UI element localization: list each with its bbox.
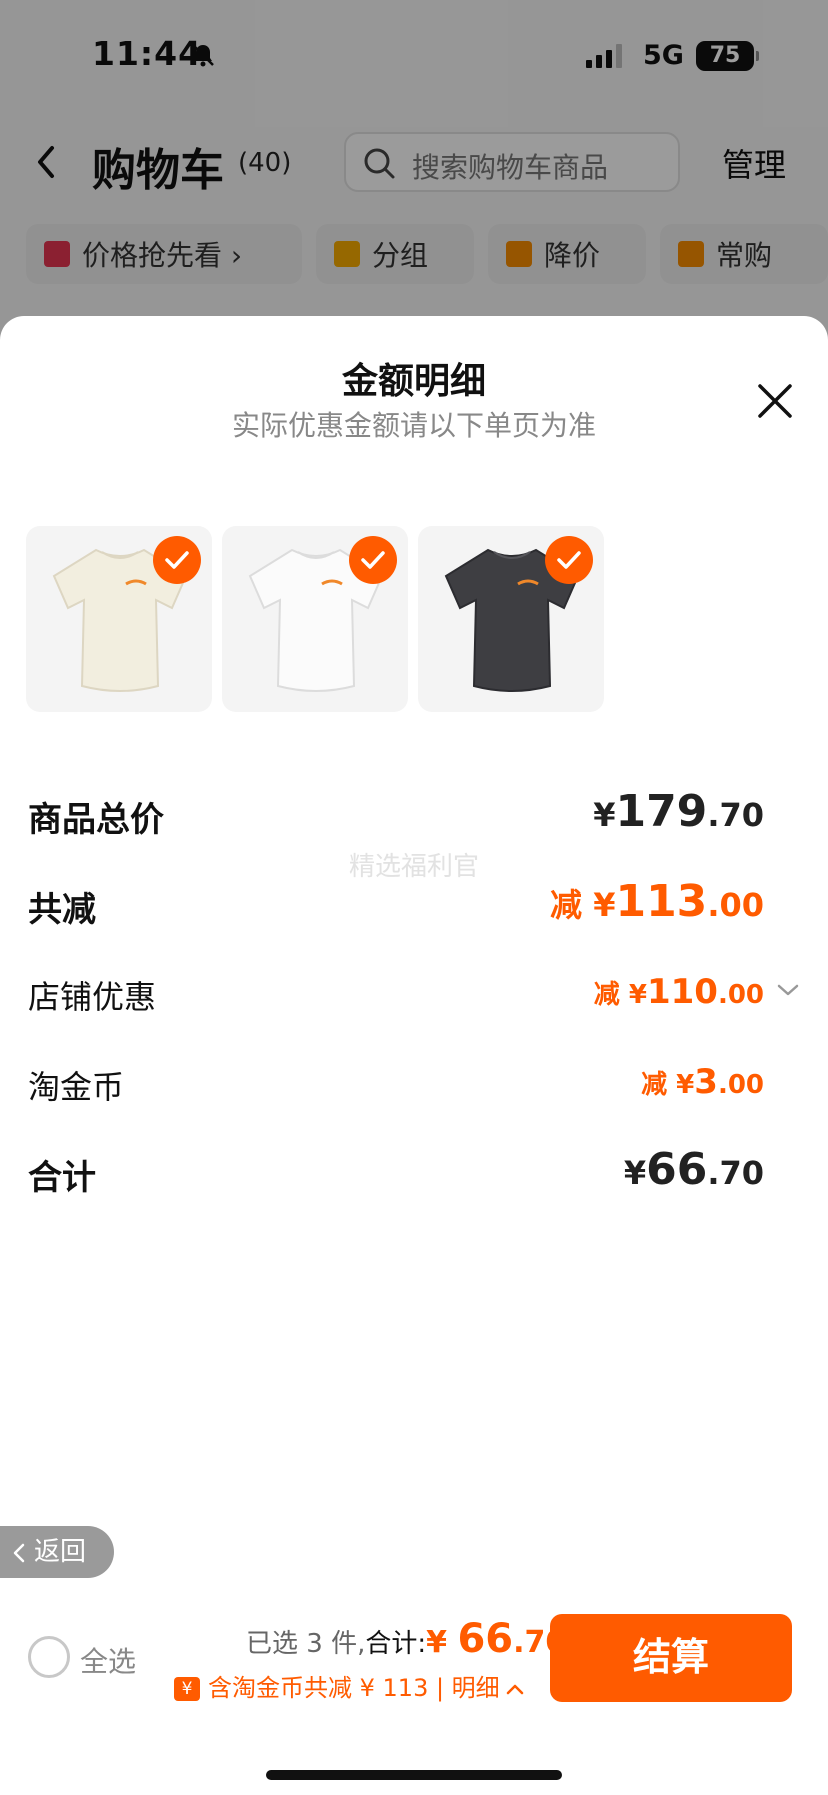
home-indicator <box>266 1770 562 1780</box>
selected-count: 已选 3 件, <box>246 1629 366 1659</box>
order-summary: 已选 3 件,合计:¥ 66.70 <box>246 1616 567 1662</box>
row-label: 商品总价 <box>28 800 164 840</box>
back-label: 返回 <box>34 1537 87 1567</box>
coins-row: 淘金币 减 ¥3.00 <box>28 1062 800 1122</box>
discount-value: 减 ¥113.00 <box>550 876 764 927</box>
product-thumbnail[interactable] <box>418 526 604 712</box>
chevron-up-icon <box>506 1684 523 1695</box>
total-amount-int: 66 <box>457 1616 514 1662</box>
chevron-down-icon[interactable] <box>776 982 800 998</box>
checked-icon[interactable] <box>349 536 397 584</box>
row-label: 店铺优惠 <box>28 978 157 1016</box>
store-discount-value: 减 ¥110.00 <box>593 972 764 1012</box>
row-label: 共减 <box>28 890 96 930</box>
coins-value: 减 ¥3.00 <box>641 1062 764 1102</box>
product-thumbnail[interactable] <box>26 526 212 712</box>
back-button[interactable]: 返回 <box>0 1526 114 1578</box>
total-label: 合计: <box>365 1629 427 1659</box>
subtotal-value: ¥179.70 <box>593 786 764 837</box>
sheet-subtitle: 实际优惠金额请以下单页为准 <box>231 409 596 442</box>
sheet-title: 金额明细 <box>341 361 486 402</box>
total-value: ¥66.70 <box>623 1144 764 1195</box>
select-all-label[interactable]: 全选 <box>80 1640 136 1680</box>
store-discount-row[interactable]: 店铺优惠 减 ¥110.00 <box>28 972 800 1032</box>
row-label: 合计 <box>28 1158 96 1198</box>
checked-icon[interactable] <box>545 536 593 584</box>
select-all-radio[interactable] <box>28 1636 70 1678</box>
coin-icon: ¥ <box>174 1677 200 1701</box>
amount-detail-sheet: 金额明细 实际优惠金额请以下单页为准 精选福利官 商品总价 ¥179.70 共减… <box>0 316 828 1795</box>
discount-row: 共减 减 ¥113.00 <box>28 876 800 942</box>
subtotal-row: 商品总价 ¥179.70 <box>28 786 800 852</box>
coin-discount-detail-link[interactable]: ¥ 含淘金币共减 ¥ 113 | 明细 <box>174 1668 524 1703</box>
total-row: 合计 ¥66.70 <box>28 1144 800 1210</box>
chevron-left-icon <box>13 1543 25 1562</box>
checkout-button[interactable]: 结算 <box>550 1614 792 1702</box>
close-icon[interactable] <box>756 382 794 420</box>
row-label: 淘金币 <box>28 1068 125 1106</box>
coin-discount-text: 含淘金币共减 ¥ 113 | 明细 <box>208 1674 500 1702</box>
checked-icon[interactable] <box>153 536 201 584</box>
product-thumbnail[interactable] <box>222 526 408 712</box>
